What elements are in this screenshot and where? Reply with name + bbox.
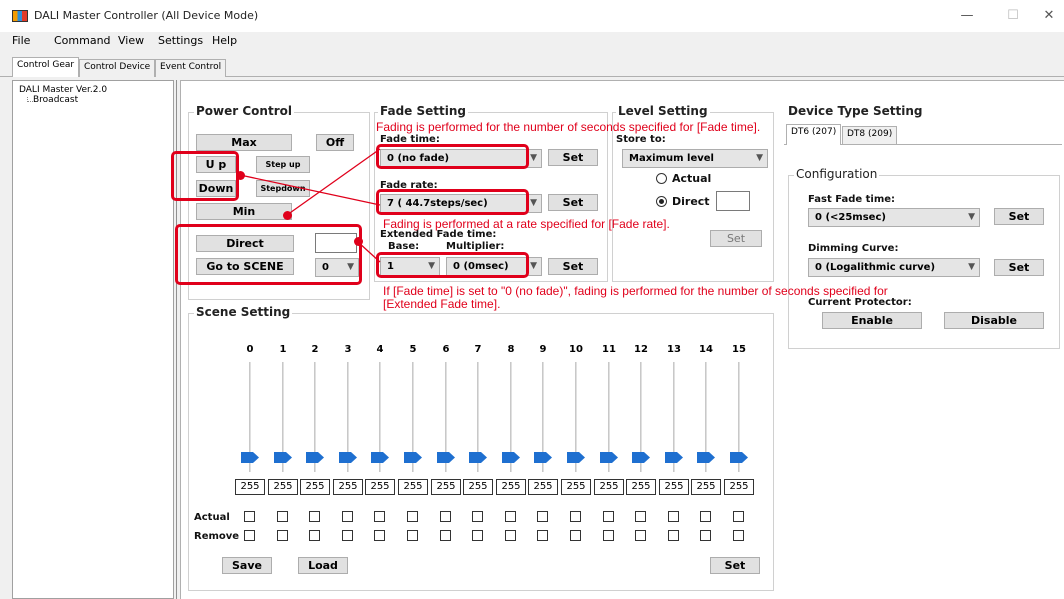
annotation-connectors — [239, 148, 381, 263]
connector-min-fade-time — [286, 148, 381, 216]
annotation-dot-up — [236, 171, 245, 180]
annotation-fade-rate: Fading is performed at a rate specified … — [383, 217, 670, 231]
annotation-dot-min — [283, 211, 292, 220]
annotation-fade-time: Fading is performed for the number of se… — [376, 120, 761, 134]
connector-up-fade-rate — [239, 174, 381, 206]
annotation-dot-direct — [354, 237, 363, 246]
annotation-extended-line2: [Extended Fade time]. — [383, 297, 501, 311]
